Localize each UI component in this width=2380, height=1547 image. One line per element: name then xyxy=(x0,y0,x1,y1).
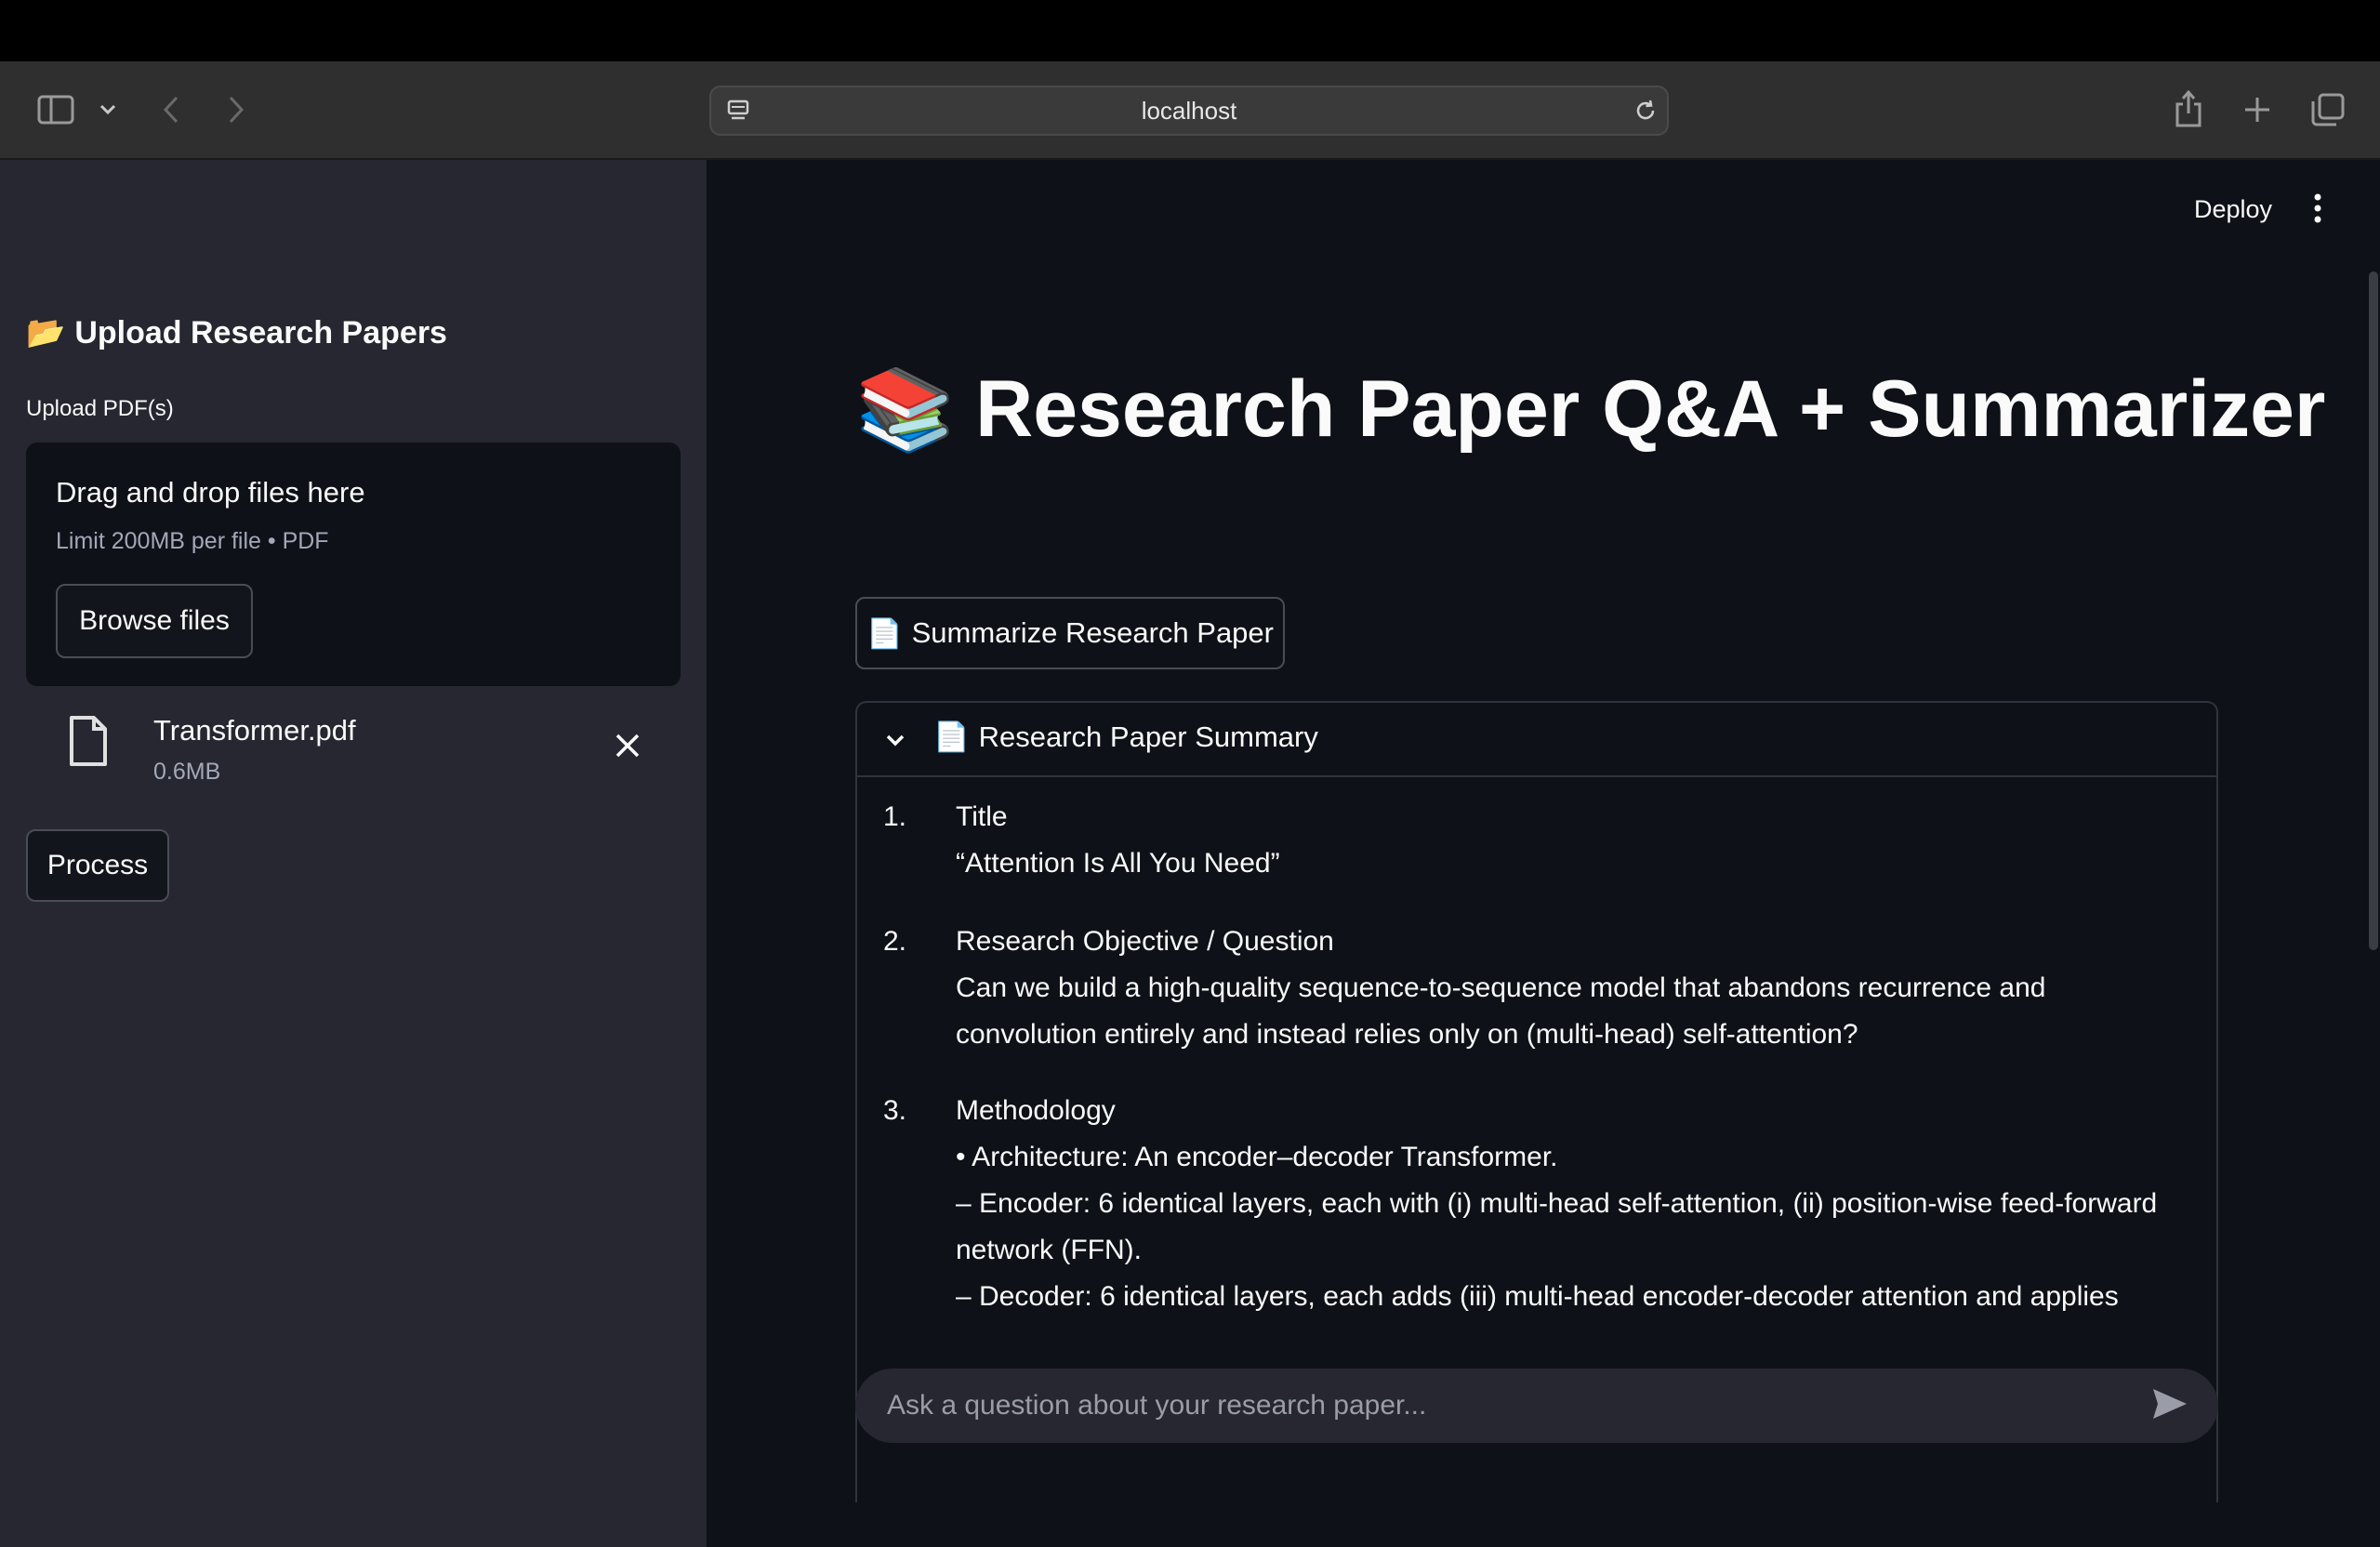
main-content: Deploy 📚 Research Paper Q&A + Summarizer… xyxy=(707,160,2380,1547)
file-size: 0.6MB xyxy=(153,759,221,785)
tab-overview-icon[interactable] xyxy=(2307,89,2348,130)
item-number: 3. xyxy=(883,1095,907,1126)
scrollbar[interactable] xyxy=(2369,271,2378,950)
item-line: – Decoder: 6 identical layers, each adds… xyxy=(956,1281,2119,1312)
file-dropzone[interactable]: Drag and drop files here Limit 200MB per… xyxy=(26,443,681,686)
summarize-button[interactable]: 📄 Summarize Research Paper xyxy=(855,597,1285,669)
folder-icon: 📂 xyxy=(26,314,66,351)
browser-toolbar: localhost xyxy=(0,61,2380,160)
back-arrow-icon[interactable] xyxy=(156,89,186,130)
uploaded-file-item: Transformer.pdf 0.6MB xyxy=(26,699,681,801)
file-name: Transformer.pdf xyxy=(153,714,356,747)
dropzone-title: Drag and drop files here xyxy=(56,476,365,509)
window-top-bar xyxy=(0,0,2380,61)
upload-label: Upload PDF(s) xyxy=(26,396,174,421)
new-tab-icon[interactable] xyxy=(2239,91,2276,128)
document-icon: 📄 xyxy=(933,721,970,754)
expander-header[interactable]: 📄 Research Paper Summary xyxy=(857,703,2216,777)
remove-file-icon[interactable] xyxy=(614,727,641,769)
expander-title: 📄 Research Paper Summary xyxy=(933,720,1318,755)
item-line: – Encoder: 6 identical layers, each with… xyxy=(956,1188,2158,1265)
item-number: 1. xyxy=(883,801,907,832)
reload-icon[interactable] xyxy=(1632,97,1659,125)
chevron-down-icon[interactable] xyxy=(95,95,121,125)
page-title-text: Research Paper Q&A + Summarizer xyxy=(975,364,2326,454)
summarize-button-label: Summarize Research Paper xyxy=(911,616,1274,649)
url-text[interactable]: localhost xyxy=(711,87,1667,134)
forward-arrow-icon[interactable] xyxy=(221,89,251,130)
sidebar-toggle-icon[interactable] xyxy=(35,89,76,130)
share-icon[interactable] xyxy=(2170,86,2207,132)
chat-placeholder: Ask a question about your research paper… xyxy=(887,1390,1427,1421)
sidebar-heading: 📂 Upload Research Papers xyxy=(26,314,447,351)
item-heading: Title xyxy=(956,801,1008,832)
item-number: 2. xyxy=(883,926,907,957)
item-heading: Research Objective / Question xyxy=(956,926,1334,957)
expander-title-text: Research Paper Summary xyxy=(978,720,1318,753)
file-icon xyxy=(67,714,110,768)
page-title: 📚 Research Paper Q&A + Summarizer xyxy=(855,363,2325,456)
sidebar: 📂 Upload Research Papers Upload PDF(s) D… xyxy=(0,160,707,1547)
process-button[interactable]: Process xyxy=(26,829,169,902)
item-line: Can we build a high-quality sequence-to-… xyxy=(956,972,2046,1050)
more-menu-icon[interactable] xyxy=(2312,192,2323,233)
item-line: “Attention Is All You Need” xyxy=(956,848,1280,879)
chat-input[interactable]: Ask a question about your research paper… xyxy=(855,1368,2218,1443)
document-icon: 📄 xyxy=(866,616,903,651)
browse-files-button[interactable]: Browse files xyxy=(56,584,253,658)
dropzone-subtitle: Limit 200MB per file • PDF xyxy=(56,528,329,554)
item-heading: Methodology xyxy=(956,1095,1116,1126)
address-bar[interactable]: localhost xyxy=(709,86,1669,136)
send-icon[interactable] xyxy=(2151,1387,2190,1424)
item-line: • Architecture: An encoder–decoder Trans… xyxy=(956,1142,1558,1172)
deploy-button[interactable]: Deploy xyxy=(2194,195,2272,224)
chevron-down-icon xyxy=(885,723,906,753)
books-icon: 📚 xyxy=(855,364,956,456)
sidebar-heading-text: Upload Research Papers xyxy=(74,314,447,350)
